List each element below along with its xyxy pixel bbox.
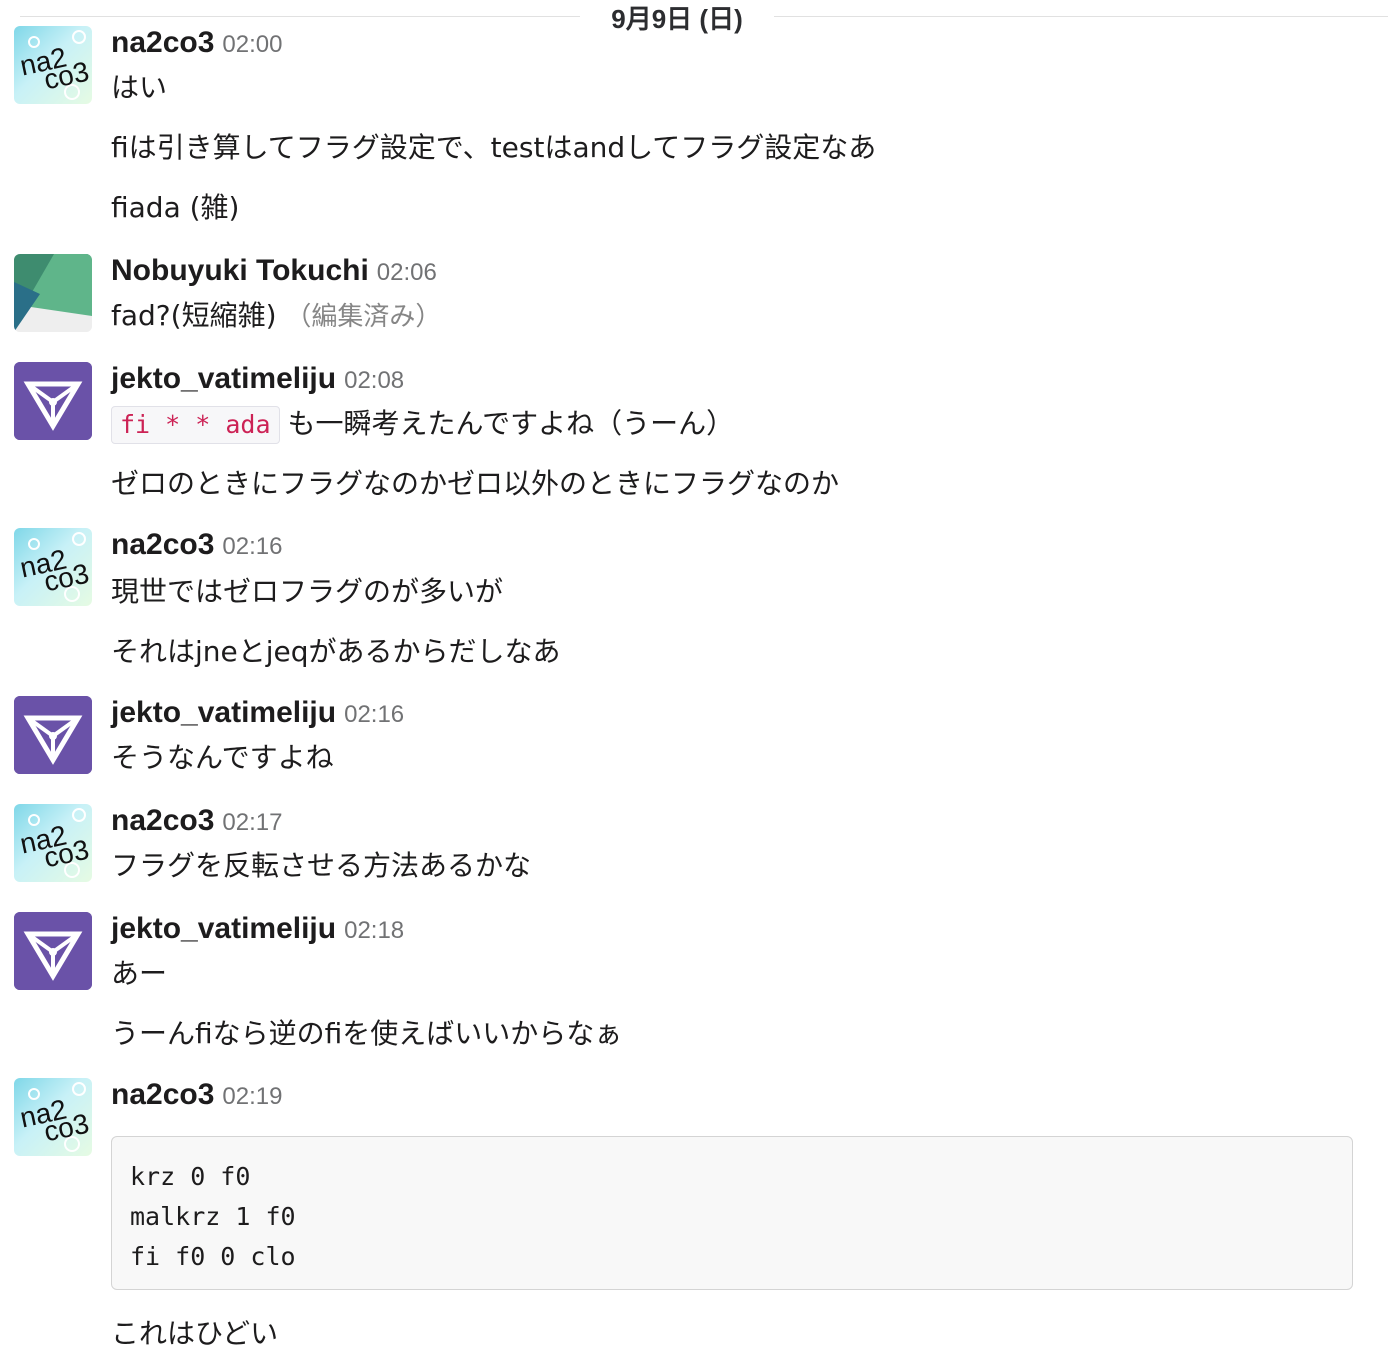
message-header: na2co3 02:16 xyxy=(111,528,282,564)
timestamp[interactable]: 02:08 xyxy=(344,367,404,394)
username[interactable]: na2co3 xyxy=(111,528,214,561)
code-line: krz 0 f0 xyxy=(130,1162,251,1191)
avatar-text: co3 xyxy=(41,55,92,96)
message-text: fiは引き算してフラグ設定で、testはandしてフラグ設定なあ xyxy=(111,131,877,164)
code-line: malkrz 1 f0 xyxy=(130,1202,296,1231)
message-header: Nobuyuki Tokuchi 02:06 xyxy=(111,254,437,290)
timestamp[interactable]: 02:19 xyxy=(222,1083,282,1110)
logo-icon xyxy=(14,362,92,440)
message-text: うーんfiなら逆のfiを使えばいいからなぁ xyxy=(111,1017,623,1050)
message-text: これはひどい xyxy=(111,1317,279,1350)
message-text: 現世ではゼロフラグのが多いが xyxy=(111,575,504,608)
logo-icon xyxy=(14,912,92,990)
username[interactable]: na2co3 xyxy=(111,804,214,837)
avatar-text: co3 xyxy=(41,833,92,874)
message-text: fi * * ada も一瞬考えたんですよね（うーん） xyxy=(111,404,734,444)
avatar[interactable]: na2 co3 xyxy=(14,26,92,104)
code-line: fi f0 0 clo xyxy=(130,1242,296,1271)
date-divider-label[interactable]: 9月9日 (日) xyxy=(580,2,774,36)
bubble-decoration xyxy=(72,532,86,546)
avatar[interactable] xyxy=(14,696,92,774)
avatar[interactable] xyxy=(14,362,92,440)
message-text: fiada (雑) xyxy=(111,191,240,224)
edited-label: （編集済み） xyxy=(285,302,442,332)
bubble-decoration xyxy=(72,1082,86,1096)
avatar[interactable] xyxy=(14,912,92,990)
message-header: na2co3 02:00 xyxy=(111,26,282,62)
timestamp[interactable]: 02:17 xyxy=(222,809,282,836)
inline-code: fi * * ada xyxy=(111,406,280,444)
message-text: あー xyxy=(111,957,168,990)
message-text: ゼロのときにフラグなのかゼロ以外のときにフラグなのか xyxy=(111,467,840,500)
username[interactable]: jekto_vatimeliju xyxy=(111,362,336,395)
timestamp[interactable]: 02:00 xyxy=(222,31,282,58)
message-text: フラグを反転させる方法あるかな xyxy=(111,849,532,882)
message-header: jekto_vatimeliju 02:18 xyxy=(111,912,404,948)
username[interactable]: jekto_vatimeliju xyxy=(111,912,336,945)
timestamp[interactable]: 02:16 xyxy=(222,533,282,560)
bubble-decoration xyxy=(72,808,86,822)
avatar[interactable]: na2 co3 xyxy=(14,804,92,882)
avatar[interactable]: na2 co3 xyxy=(14,1078,92,1156)
username[interactable]: Nobuyuki Tokuchi xyxy=(111,254,369,287)
bubble-decoration xyxy=(72,30,86,44)
avatar-image xyxy=(14,254,92,332)
timestamp[interactable]: 02:06 xyxy=(377,259,437,286)
avatar[interactable] xyxy=(14,254,92,332)
code-block: krz 0 f0 malkrz 1 f0 fi f0 0 clo xyxy=(111,1136,1353,1290)
message-text: fad?(短縮雑) （編集済み） xyxy=(111,296,441,337)
username[interactable]: jekto_vatimeliju xyxy=(111,696,336,729)
message-header: na2co3 02:19 xyxy=(111,1078,282,1114)
username[interactable]: na2co3 xyxy=(111,26,214,59)
avatar-text: co3 xyxy=(41,1107,92,1148)
message-text: そうなんですよね xyxy=(111,741,334,774)
message-body: も一瞬考えたんですよね（うーん） xyxy=(287,407,735,440)
message-text: それはjneとjeqがあるからだしなあ xyxy=(111,635,561,668)
logo-icon xyxy=(14,696,92,774)
timestamp[interactable]: 02:18 xyxy=(344,917,404,944)
avatar-text: co3 xyxy=(41,557,92,598)
message-text: はい xyxy=(111,71,168,104)
message-header: jekto_vatimeliju 02:16 xyxy=(111,696,404,732)
message-header: na2co3 02:17 xyxy=(111,804,282,840)
message-body: fad?(短縮雑) xyxy=(111,299,277,332)
message-header: jekto_vatimeliju 02:08 xyxy=(111,362,404,398)
timestamp[interactable]: 02:16 xyxy=(344,701,404,728)
username[interactable]: na2co3 xyxy=(111,1078,214,1111)
avatar[interactable]: na2 co3 xyxy=(14,528,92,606)
